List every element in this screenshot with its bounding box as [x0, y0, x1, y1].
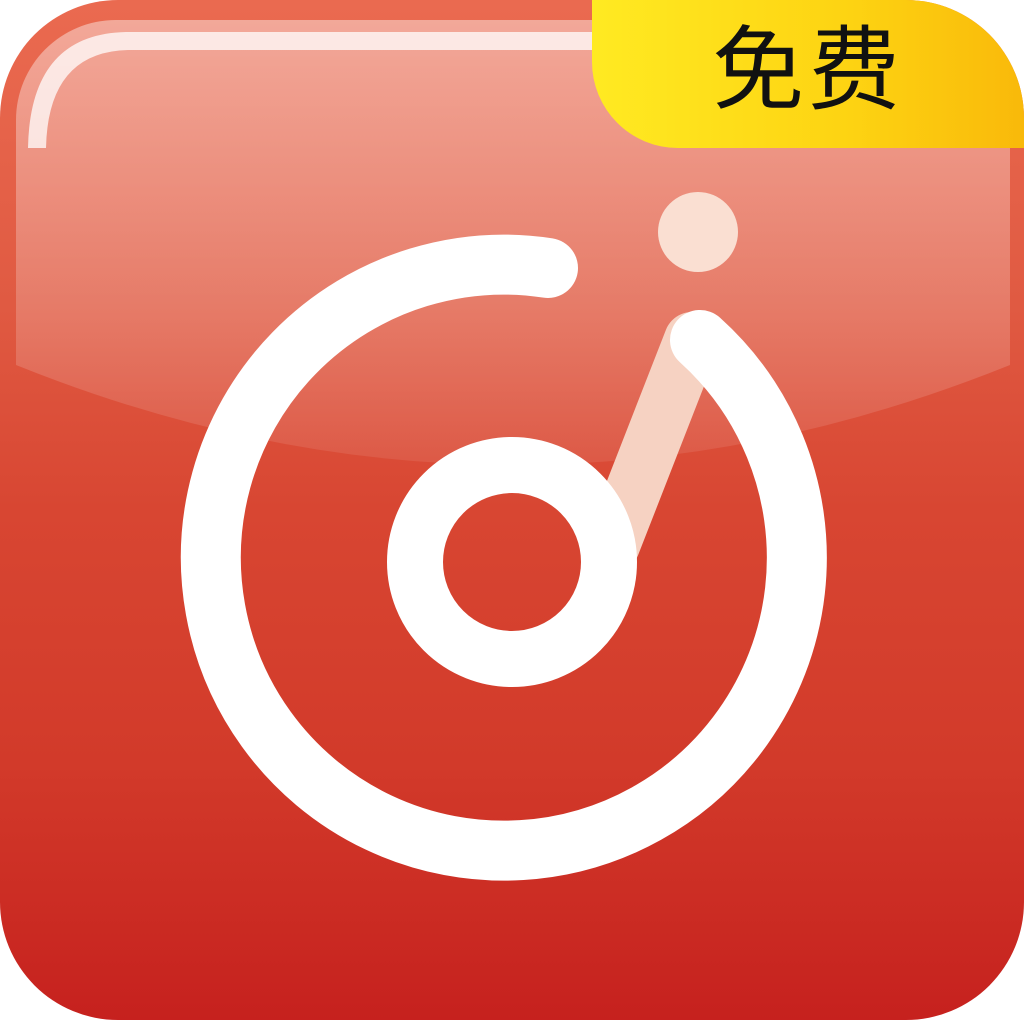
- outer-ring: [180, 234, 827, 881]
- music-disc-icon: [180, 192, 827, 881]
- free-badge-label: 免费: [711, 17, 904, 124]
- free-badge: 免费: [592, 0, 1024, 148]
- app-icon[interactable]: 免费: [0, 0, 1024, 1020]
- note-dot: [658, 192, 738, 272]
- inner-ring: [387, 437, 637, 687]
